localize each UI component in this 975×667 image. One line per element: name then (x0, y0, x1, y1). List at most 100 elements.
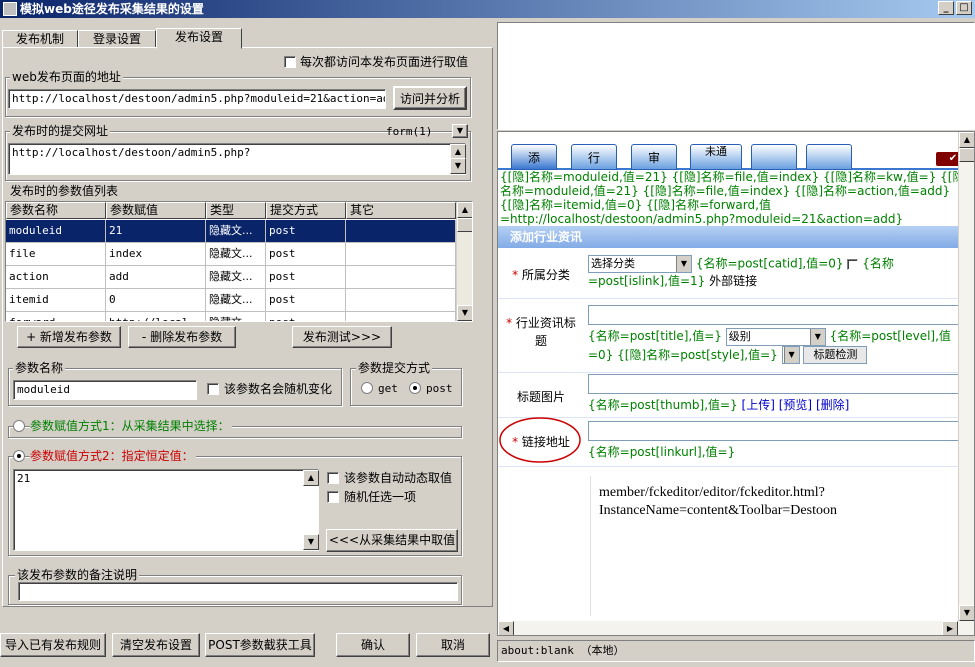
col-header-other[interactable]: 其它 (346, 202, 456, 219)
app-icon (3, 2, 17, 16)
style-select[interactable]: ▼ (781, 346, 800, 364)
scroll-up-arrow[interactable]: ▲ (959, 132, 974, 148)
method-post-radio[interactable] (409, 382, 421, 394)
browser-tab-6[interactable] (806, 144, 852, 170)
embedded-browser[interactable]: 添 行 审 未通 ✔ {[隐]名称=moduleid,值=21} {[隐]名称=… (497, 131, 975, 636)
clear-settings-button[interactable]: 清空发布设置 (112, 633, 200, 657)
scroll-thumb[interactable] (959, 148, 974, 162)
mode2-radio[interactable] (13, 450, 25, 462)
browser-tab-review[interactable]: 审 (631, 144, 677, 170)
title-input[interactable] (588, 305, 966, 325)
title-info: {名称=post[title],值=} (588, 329, 722, 343)
add-param-button[interactable]: + 新增发布参数 (17, 326, 121, 348)
post-capture-tool-button[interactable]: POST参数截获工具 (205, 633, 315, 657)
visit-each-checkbox[interactable] (284, 56, 296, 68)
external-link-label: 外部链接 (709, 274, 758, 288)
tab-publish-mechanism[interactable]: 发布机制 (2, 30, 78, 48)
browser-tab-rejected[interactable]: 未通 (690, 144, 742, 170)
submit-url-input[interactable]: http://localhost/destoon/admin5.php? (8, 143, 466, 175)
submit-url-scroll-down[interactable]: ▼ (450, 158, 466, 174)
publish-test-button[interactable]: 发布测试>>> (292, 326, 392, 348)
method-get-label: get (378, 382, 398, 395)
window-title: 模拟web途径发布采集结果的设置 (20, 2, 204, 16)
delete-link[interactable]: [删除] (816, 398, 849, 412)
table-row[interactable]: moduleid 21 隐藏文... post (6, 220, 456, 243)
param-list[interactable]: 参数名称 参数赋值 类型 提交方式 其它 moduleid 21 隐藏文... … (5, 201, 473, 322)
ok-button[interactable]: 确认 (336, 633, 410, 657)
method-get-radio[interactable] (361, 382, 373, 394)
auto-dynamic-checkbox[interactable] (327, 472, 339, 484)
cell-type: 隐藏文... (206, 243, 266, 266)
mode1-radio[interactable] (13, 420, 25, 432)
web-page-url-input[interactable]: http://localhost/destoon/admin5.php?modu… (8, 89, 386, 109)
browser-tab-5[interactable] (751, 144, 797, 170)
preview-link[interactable]: [预览] (779, 398, 812, 412)
editor-frame[interactable]: member/fckeditor/editor/fckeditor.html? … (590, 476, 960, 616)
col-header-type[interactable]: 类型 (206, 202, 266, 219)
constant-value-input[interactable]: 21 (13, 469, 319, 551)
hidden-fields-text: {[隐]名称=moduleid,值=21} {[隐]名称=file,值=inde… (500, 170, 970, 226)
browser-status-bar: about:blank （本地） (497, 640, 975, 662)
table-row[interactable]: action add 隐藏文... post (6, 266, 456, 289)
scroll-thumb[interactable] (457, 218, 472, 232)
table-row[interactable]: file index 隐藏文... post (6, 243, 456, 266)
scroll-up-arrow[interactable]: ▲ (457, 202, 472, 218)
title-label: * 行业资讯标题 (506, 316, 576, 348)
from-result-button[interactable]: <<<从采集结果中取值 (326, 529, 458, 552)
cell-other (346, 266, 456, 289)
browser-tab-industry[interactable]: 行 (571, 144, 617, 170)
form-selector[interactable]: form(1) (386, 125, 432, 139)
cancel-button[interactable]: 取消 (416, 633, 490, 657)
table-row[interactable]: forward http://local 隐藏文... post (6, 312, 456, 321)
link-content: {名称=post[linkurl],值=} (588, 421, 972, 460)
level-select[interactable]: 级别 ▼ (725, 327, 826, 346)
visit-analyze-button[interactable]: 访问并分析 (393, 86, 467, 110)
import-rules-button[interactable]: 导入已有发布规则 (0, 633, 106, 657)
scroll-left-arrow[interactable]: ◀ (498, 621, 514, 635)
minimize-button[interactable]: _ (938, 1, 954, 15)
link-input[interactable] (588, 421, 966, 441)
constant-scroll-down[interactable]: ▼ (303, 534, 319, 550)
auto-dynamic-label: 该参数自动动态取值 (344, 471, 453, 485)
category-info: {名称=post[catid],值=0} (695, 256, 844, 271)
param-list-scrollbar[interactable]: ▲ ▼ (456, 202, 472, 321)
window-titlebar: 模拟web途径发布采集结果的设置 _ □ (0, 0, 975, 18)
tab-publish-settings[interactable]: 发布设置 (156, 28, 242, 49)
param-name-group-label: 参数名称 (13, 361, 66, 375)
upload-link[interactable]: [上传] (742, 398, 775, 412)
browser-hscroll[interactable]: ◀ ▶ (498, 621, 974, 635)
browser-tab-add[interactable]: 添 (511, 144, 557, 170)
thumb-content: {名称=post[thumb],值=} [上传] [预览] [删除] (588, 374, 972, 413)
cell-other (346, 289, 456, 312)
scroll-down-arrow[interactable]: ▼ (959, 605, 974, 621)
scroll-down-arrow[interactable]: ▼ (457, 305, 472, 321)
browser-vscroll[interactable]: ▲ ▼ (958, 132, 974, 621)
thumb-input[interactable] (588, 374, 966, 394)
category-select[interactable]: 选择分类 ▼ (588, 255, 692, 273)
col-header-method[interactable]: 提交方式 (266, 202, 346, 219)
col-header-name[interactable]: 参数名称 (6, 202, 106, 219)
title-check-button[interactable]: 标题检测 (803, 346, 868, 364)
scroll-right-arrow[interactable]: ▶ (942, 621, 958, 635)
maximize-button[interactable]: □ (956, 1, 972, 15)
field-row-title: * 行业资讯标题 {名称=post[title],值=} 级别 ▼ {名称=pos… (498, 300, 972, 373)
random-name-checkbox[interactable] (207, 383, 219, 395)
constant-scroll-up[interactable]: ▲ (303, 470, 319, 486)
param-name-input[interactable]: moduleid (13, 380, 197, 400)
random-pick-checkbox[interactable] (327, 491, 339, 503)
note-input[interactable] (18, 582, 458, 601)
thumb-info: {名称=post[thumb],值=} (588, 398, 738, 412)
web-page-group-label: web发布页面的地址 (10, 70, 123, 84)
table-row[interactable]: itemid 0 隐藏文... post (6, 289, 456, 312)
chevron-down-icon: ▼ (783, 347, 799, 363)
field-row-thumb: 标题图片 {名称=post[thumb],值=} [上传] [预览] [删除] (498, 374, 972, 418)
tab-login-settings[interactable]: 登录设置 (78, 30, 156, 48)
islink-checkbox[interactable] (847, 258, 859, 270)
form-selector-dropdown[interactable]: ▼ (452, 124, 468, 138)
cell-type: 隐藏文... (206, 312, 266, 321)
cell-name: file (6, 243, 106, 266)
col-header-value[interactable]: 参数赋值 (106, 202, 206, 219)
cell-name: moduleid (6, 220, 106, 243)
title-content: {名称=post[title],值=} 级别 ▼ {名称=post[level],… (588, 305, 972, 364)
remove-param-button[interactable]: - 删除发布参数 (128, 326, 236, 348)
